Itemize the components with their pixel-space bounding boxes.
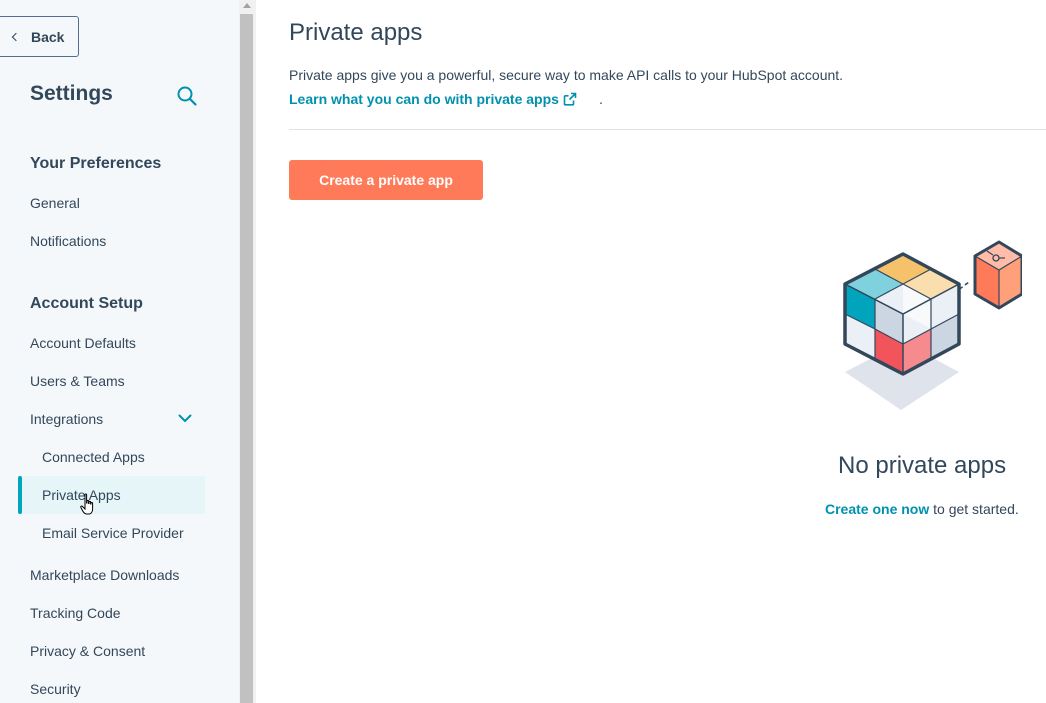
page-description: Private apps give you a powerful, secure… [289,67,844,83]
sidebar-item-connected-apps[interactable]: Connected Apps [42,449,145,465]
chevron-left-icon [11,32,21,41]
learn-more-label: Learn what you can do with private apps [289,91,559,107]
divider [289,129,1046,130]
learn-more-link[interactable]: Learn what you can do with private apps [289,91,577,107]
scroll-up-arrow-icon[interactable] [243,3,251,8]
sidebar-title: Settings [30,82,113,105]
empty-state-suffix: to get started. [929,501,1019,517]
modular-blocks-illustration [843,240,1022,410]
sidebar-item-marketplace-downloads[interactable]: Marketplace Downloads [30,567,179,583]
sidebar-item-tracking-code[interactable]: Tracking Code [30,605,121,621]
chevron-down-icon[interactable] [178,412,192,424]
section-heading-account-setup: Account Setup [30,295,143,312]
main-content: Private apps Private apps give you a pow… [289,0,1046,703]
back-button[interactable]: Back [0,16,79,57]
empty-state-text: Create one now to get started. [825,501,1019,517]
sidebar-item-account-defaults[interactable]: Account Defaults [30,335,136,351]
active-item-indicator [18,476,22,514]
section-heading-preferences: Your Preferences [30,155,162,172]
hand-cursor-icon [80,493,94,515]
sidebar-item-privacy-consent[interactable]: Privacy & Consent [30,643,145,659]
sidebar-item-notifications[interactable]: Notifications [30,233,106,249]
create-one-now-link[interactable]: Create one now [825,501,929,517]
sidebar-item-email-service-provider[interactable]: Email Service Provider [42,525,184,541]
external-link-icon [563,92,577,106]
back-label: Back [31,28,65,45]
learn-more-suffix: . [599,91,603,107]
sidebar-item-general[interactable]: General [30,195,80,211]
empty-state-title: No private apps [838,452,1007,479]
sidebar-scrollbar[interactable] [239,0,256,703]
page-title: Private apps [289,19,423,46]
sidebar-item-users-teams[interactable]: Users & Teams [30,373,125,389]
settings-sidebar: Back Settings Your Preferences General N… [0,0,239,703]
scrollbar-thumb[interactable] [240,14,253,703]
create-private-app-button[interactable]: Create a private app [289,160,483,200]
sidebar-item-integrations[interactable]: Integrations [30,411,103,427]
search-icon[interactable] [176,85,198,107]
sidebar-item-security[interactable]: Security [30,681,81,697]
